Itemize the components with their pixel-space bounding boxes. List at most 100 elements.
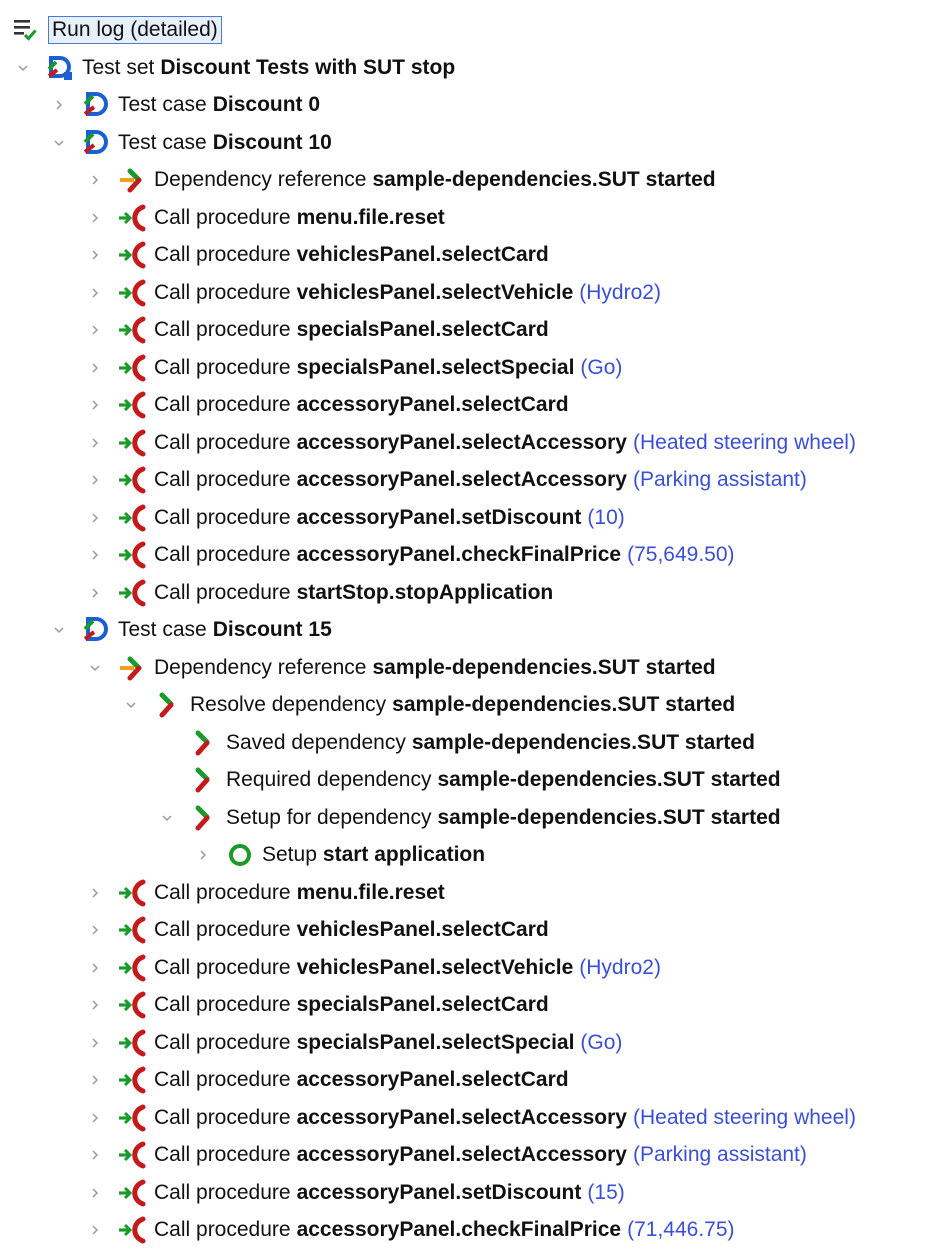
tree-row[interactable]: Call procedure specialsPanel.selectSpeci… <box>0 1024 950 1061</box>
tree-row[interactable]: Test case Discount 15 <box>0 612 950 649</box>
chevron-right-icon[interactable] <box>88 398 102 412</box>
chevron-right-icon[interactable] <box>88 886 102 900</box>
node-parameters: (15) <box>587 1180 625 1204</box>
chevron-right-icon[interactable] <box>88 211 102 225</box>
node-name: sample-dependencies.SUT started <box>392 693 736 716</box>
node-name: specialsPanel.selectSpecial <box>296 355 575 379</box>
tree-row[interactable]: Call procedure accessoryPanel.selectCard <box>0 1062 950 1099</box>
chevron-right-icon[interactable] <box>88 436 102 450</box>
chevron-right-icon[interactable] <box>88 248 102 262</box>
chevron-right-icon[interactable] <box>52 98 66 112</box>
node-parameters: (Go) <box>580 355 623 379</box>
tree-row[interactable]: Test case Discount 0 <box>0 87 950 124</box>
tree-row[interactable]: Call procedure accessoryPanel.checkFinal… <box>0 537 950 574</box>
tree-root-row[interactable]: Run log (detailed) <box>0 11 950 48</box>
chevron-right-icon[interactable] <box>88 1148 102 1162</box>
tree-row[interactable]: Call procedure vehiclesPanel.selectCard <box>0 237 950 274</box>
node-name: accessoryPanel.selectAccessory <box>296 430 627 454</box>
node-type-label: Call procedure <box>154 543 291 566</box>
node-parameters: (Parking assistant) <box>632 468 807 491</box>
tree-row[interactable]: Call procedure vehiclesPanel.selectVehic… <box>0 274 950 311</box>
chevron-right-icon[interactable] <box>88 173 102 187</box>
chevron-right-icon[interactable] <box>88 511 102 525</box>
run-log-label[interactable]: Run log (detailed) <box>48 15 222 44</box>
node-name: specialsPanel.selectCard <box>296 318 549 341</box>
node-type-label: Call procedure <box>154 280 291 304</box>
tree-row[interactable]: Call procedure accessoryPanel.selectAcce… <box>0 1137 950 1174</box>
node-parameters: (Hydro2) <box>579 955 661 979</box>
tree-row[interactable]: Call procedure accessoryPanel.selectAcce… <box>0 1099 950 1136</box>
chevron-right-icon[interactable] <box>88 286 102 300</box>
tree-row[interactable]: Call procedure startStop.stopApplication <box>0 574 950 611</box>
tree-row[interactable]: Setup start application <box>0 837 950 874</box>
node-type-label: Test case <box>118 93 207 116</box>
node-name: vehiclesPanel.selectCard <box>296 918 549 941</box>
tree-row[interactable]: Call procedure accessoryPanel.selectAcce… <box>0 462 950 499</box>
chevron-down-icon[interactable] <box>124 698 138 712</box>
node-type-label: Saved dependency <box>226 730 406 754</box>
chevron-right-icon[interactable] <box>88 998 102 1012</box>
chevron-right-icon[interactable] <box>88 361 102 375</box>
node-type-label: Dependency reference <box>154 168 367 191</box>
node-type-label: Test set <box>82 55 155 79</box>
tree-row[interactable]: Call procedure menu.file.reset <box>0 199 950 236</box>
node-parameters: (Heated steering wheel) <box>632 430 856 454</box>
call-procedure-icon <box>118 579 146 607</box>
node-type-label: Call procedure <box>154 468 291 491</box>
tree-row[interactable]: Saved dependency sample-dependencies.SUT… <box>0 724 950 761</box>
tree-row[interactable]: Call procedure accessoryPanel.checkFinal… <box>0 1212 950 1249</box>
call-procedure-icon <box>118 1216 146 1244</box>
tree-row[interactable]: Resolve dependency sample-dependencies.S… <box>0 687 950 724</box>
call-procedure-icon <box>118 954 146 982</box>
node-name: vehiclesPanel.selectCard <box>296 243 549 266</box>
chevron-down-icon[interactable] <box>52 136 66 150</box>
node-name: specialsPanel.selectSpecial <box>296 1030 575 1054</box>
tree-row[interactable]: Test set Discount Tests with SUT stop <box>0 49 950 86</box>
node-name: accessoryPanel.selectAccessory <box>296 1143 627 1166</box>
chevron-right-icon[interactable] <box>88 961 102 975</box>
tree-row[interactable]: Call procedure vehiclesPanel.selectVehic… <box>0 949 950 986</box>
node-name: Discount 10 <box>212 130 332 154</box>
chevron-down-icon[interactable] <box>160 811 174 825</box>
chevron-right-icon[interactable] <box>88 473 102 487</box>
chevron-right-icon[interactable] <box>88 923 102 937</box>
tree-row[interactable]: Required dependency sample-dependencies.… <box>0 762 950 799</box>
chevron-right-icon[interactable] <box>88 1223 102 1237</box>
node-type-label: Call procedure <box>154 880 291 904</box>
tree-row[interactable]: Call procedure accessoryPanel.setDiscoun… <box>0 499 950 536</box>
tree-row[interactable]: Setup for dependency sample-dependencies… <box>0 799 950 836</box>
chevron-right-icon[interactable] <box>196 848 210 862</box>
chevron-right-icon[interactable] <box>88 586 102 600</box>
node-name: sample-dependencies.SUT started <box>437 805 781 829</box>
node-type-label: Required dependency <box>226 768 432 791</box>
tree-row[interactable]: Test case Discount 10 <box>0 124 950 161</box>
chevron-right-icon[interactable] <box>88 1186 102 1200</box>
tree-row[interactable]: Call procedure specialsPanel.selectCard <box>0 312 950 349</box>
chevron-down-icon[interactable] <box>88 661 102 675</box>
tree-row[interactable]: Call procedure specialsPanel.selectCard <box>0 987 950 1024</box>
dependency-icon <box>190 804 218 832</box>
node-type-label: Call procedure <box>154 580 291 604</box>
call-procedure-icon <box>118 916 146 944</box>
chevron-right-icon[interactable] <box>88 1073 102 1087</box>
node-name: accessoryPanel.selectCard <box>296 393 569 416</box>
node-type-label: Resolve dependency <box>190 693 387 716</box>
tree-row[interactable]: Call procedure menu.file.reset <box>0 874 950 911</box>
chevron-down-icon[interactable] <box>16 61 30 75</box>
tree-row[interactable]: Call procedure accessoryPanel.setDiscoun… <box>0 1174 950 1211</box>
chevron-right-icon[interactable] <box>88 1036 102 1050</box>
node-type-label: Test case <box>118 618 207 641</box>
tree-row[interactable]: Call procedure vehiclesPanel.selectCard <box>0 912 950 949</box>
call-procedure-icon <box>118 1104 146 1132</box>
tree-row[interactable]: Call procedure accessoryPanel.selectAcce… <box>0 424 950 461</box>
chevron-right-icon[interactable] <box>88 548 102 562</box>
tree-row[interactable]: Call procedure accessoryPanel.selectCard <box>0 387 950 424</box>
dependency-reference-icon <box>118 654 146 682</box>
chevron-right-icon[interactable] <box>88 1111 102 1125</box>
tree-row[interactable]: Call procedure specialsPanel.selectSpeci… <box>0 349 950 386</box>
node-parameters: (71,446.75) <box>627 1218 735 1241</box>
chevron-right-icon[interactable] <box>88 323 102 337</box>
tree-row[interactable]: Dependency reference sample-dependencies… <box>0 162 950 199</box>
chevron-down-icon[interactable] <box>52 623 66 637</box>
tree-row[interactable]: Dependency reference sample-dependencies… <box>0 649 950 686</box>
